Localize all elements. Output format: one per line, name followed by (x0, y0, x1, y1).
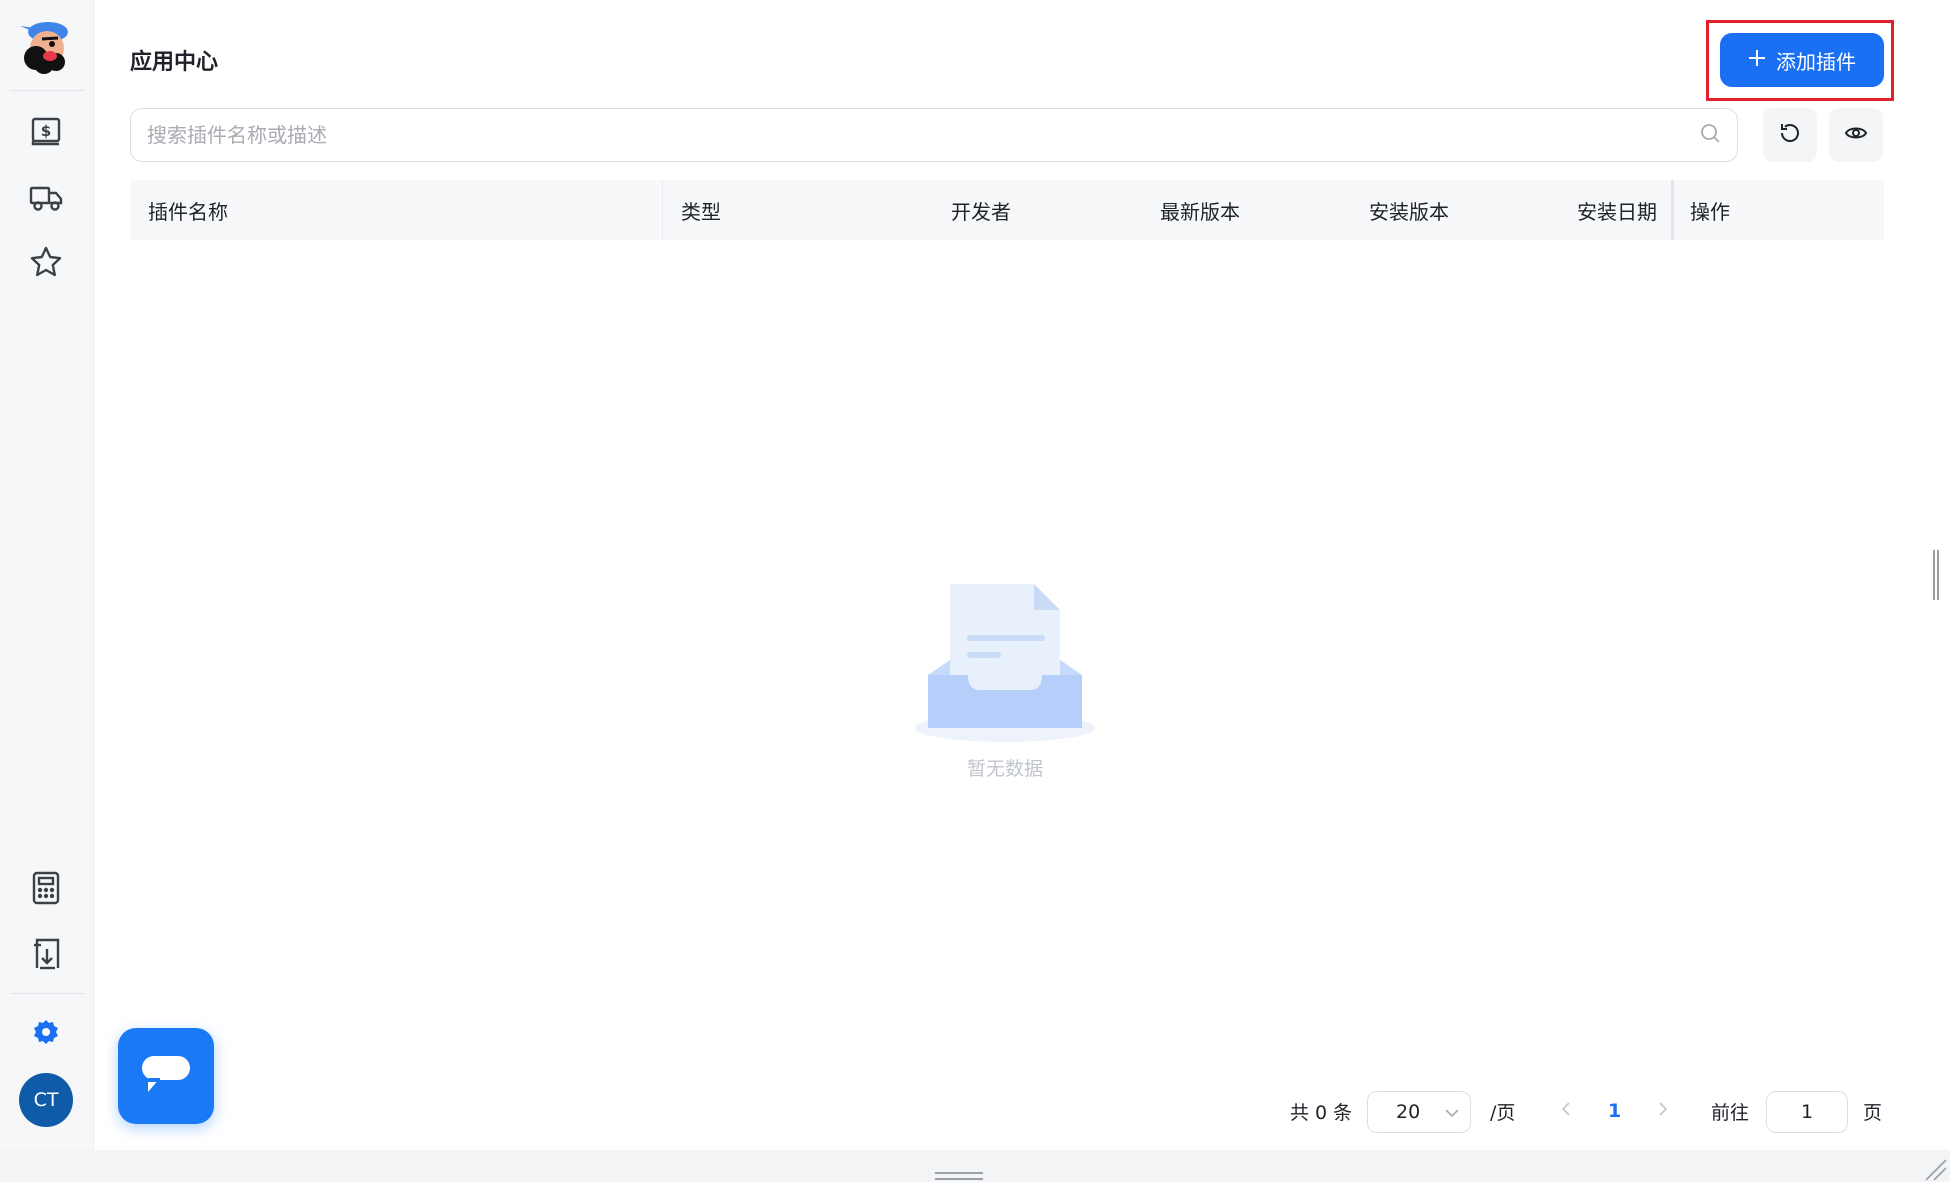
empty-inbox-icon (910, 584, 1100, 754)
per-page-label: /页 (1490, 1101, 1516, 1124)
goto-page-input[interactable] (1766, 1091, 1848, 1133)
eye-icon (1844, 121, 1868, 149)
add-plugin-button[interactable]: 添加插件 (1720, 33, 1884, 87)
gear-icon[interactable] (27, 1014, 65, 1052)
fixed-column-shadow (1671, 180, 1674, 240)
next-page-button[interactable] (1656, 1090, 1670, 1132)
prev-page-button[interactable] (1559, 1090, 1573, 1132)
column-header[interactable]: 操作 (1690, 180, 1730, 240)
column-header[interactable]: 开发者 (951, 180, 1011, 240)
sidebar: $ CT (0, 0, 94, 1150)
page-suffix-label: 页 (1863, 1101, 1883, 1124)
star-icon[interactable] (27, 243, 65, 281)
search-box (130, 108, 1738, 162)
chevron-right-icon (1656, 1100, 1670, 1122)
goto-label: 前往 (1711, 1101, 1750, 1124)
mascot-logo[interactable] (14, 14, 78, 74)
plus-icon (1748, 48, 1766, 72)
total-count: 共 0 条 (1290, 1101, 1353, 1124)
empty-text: 暂无数据 (966, 758, 1043, 780)
chevron-left-icon (1559, 1100, 1573, 1122)
chat-bubble-icon (140, 1052, 192, 1100)
download-doc-icon[interactable] (27, 935, 65, 973)
table-header: 插件名称 类型 开发者 最新版本 安装版本 安装日期 操作 (130, 180, 1884, 240)
page-size-select[interactable]: 20 (1367, 1091, 1471, 1133)
search-icon[interactable] (1699, 122, 1721, 148)
side-resize-handle[interactable] (1932, 550, 1940, 600)
column-header[interactable]: 类型 (681, 180, 721, 240)
page-title: 应用中心 (130, 50, 219, 75)
dollar-ledger-icon[interactable]: $ (27, 112, 65, 150)
add-plugin-label: 添加插件 (1776, 49, 1856, 74)
chevron-down-icon (1444, 1104, 1460, 1126)
view-button[interactable] (1829, 108, 1883, 162)
calculator-icon[interactable] (27, 869, 65, 907)
chat-button[interactable] (118, 1028, 214, 1124)
sidebar-divider (10, 90, 84, 91)
highlight-box: 添加插件 (1706, 20, 1894, 101)
column-header[interactable]: 安装日期 (1577, 180, 1657, 240)
column-header[interactable]: 安装版本 (1369, 180, 1449, 240)
search-input[interactable] (147, 123, 1699, 147)
sidebar-divider (10, 993, 84, 994)
empty-state: 暂无数据 (910, 580, 1110, 780)
refresh-button[interactable] (1763, 108, 1817, 162)
column-divider (662, 180, 663, 240)
column-header[interactable]: 最新版本 (1160, 180, 1240, 240)
truck-icon[interactable] (27, 178, 65, 216)
avatar[interactable]: CT (19, 1073, 73, 1127)
svg-text:$: $ (41, 122, 51, 140)
page-size-value: 20 (1396, 1101, 1421, 1123)
column-header[interactable]: 插件名称 (148, 180, 228, 240)
refresh-icon (1778, 121, 1802, 149)
resize-handle[interactable] (935, 1166, 983, 1180)
page-number-current[interactable]: 1 (1608, 1090, 1621, 1132)
